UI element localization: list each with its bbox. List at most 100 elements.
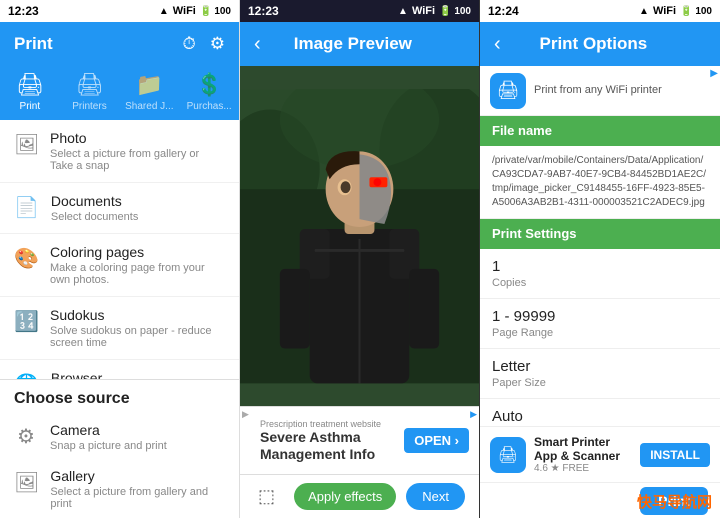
mid-signal-icon: ▲	[398, 6, 408, 17]
right-panel: 12:24 ▲ WiFi 🔋 100 ‹ Print Options 🖨 Pri…	[480, 0, 720, 518]
sudoku-icon: 🔢	[14, 309, 38, 334]
print-settings-header: Print Settings	[480, 219, 720, 249]
coloring-sub: Make a coloring page from your own photo…	[50, 262, 225, 286]
choose-source-header: Choose source	[0, 379, 239, 414]
camera-icon: ⚙	[14, 424, 38, 449]
setting-page-range[interactable]: 1 - 99999 Page Range	[480, 299, 720, 349]
browser-title: Browser	[51, 370, 121, 379]
right-ad-icon: 🖨	[490, 73, 526, 109]
setting-color[interactable]: Auto Color	[480, 399, 720, 426]
install-button[interactable]: INSTALL	[640, 443, 710, 467]
nav-shared[interactable]: 📁 Shared J...	[125, 72, 173, 112]
smart-printer-icon: 🖨	[490, 437, 526, 473]
ad-indicator-right: ▶	[470, 409, 477, 420]
shared-icon: 📁	[136, 72, 163, 98]
sudokus-sub: Solve sudokus on paper - reduce screen t…	[50, 325, 225, 349]
documents-title: Documents	[51, 193, 138, 209]
crop-button[interactable]: ⬚	[254, 482, 279, 511]
ad-open-button[interactable]: OPEN ›	[404, 428, 469, 453]
nav-shared-label: Shared J...	[125, 101, 173, 112]
mid-ad-banner: ▶ Prescription treatment website Severe …	[240, 406, 479, 474]
right-bottom-ad: 🖨 Smart Printer App & Scanner 4.6 ★ FREE…	[480, 426, 720, 482]
print-settings-label: Print Settings	[492, 226, 577, 241]
mid-panel: 12:23 ▲ WiFi 🔋 100 ‹ Image Preview	[240, 0, 480, 518]
mid-wifi-icon: WiFi	[412, 5, 435, 17]
page-range-value: 1 - 99999	[492, 308, 708, 325]
right-wifi-icon: WiFi	[653, 5, 676, 17]
copies-label: Copies	[492, 277, 708, 289]
setting-paper-size[interactable]: Letter Paper Size	[480, 349, 720, 399]
documents-icon: 📄	[14, 195, 39, 220]
settings-icon[interactable]: ⚙	[210, 34, 225, 54]
left-time: 12:23	[8, 4, 39, 18]
menu-browser[interactable]: 🌐 Browser Print webpage	[0, 360, 239, 379]
right-status-bar: 12:24 ▲ WiFi 🔋 100	[480, 0, 720, 22]
wifi-icon: WiFi	[173, 5, 196, 17]
smart-printer-info: Smart Printer App & Scanner 4.6 ★ FREE	[534, 435, 632, 474]
watermark: 快马导航网	[637, 491, 712, 512]
mid-status-bar: 12:23 ▲ WiFi 🔋 100	[240, 0, 479, 22]
source-camera[interactable]: ⚙ Camera Snap a picture and print	[0, 414, 239, 460]
right-top-ad[interactable]: 🖨 Print from any WiFi printer ▶	[480, 66, 720, 116]
nav-purchase[interactable]: 💲 Purchas...	[185, 72, 233, 112]
nav-printers[interactable]: 🖨 Printers	[65, 72, 113, 112]
ad-tag: Prescription treatment website	[260, 419, 404, 429]
gallery-title: Gallery	[50, 468, 225, 484]
signal-icon: ▲	[159, 6, 169, 17]
left-nav: 🖨 Print 🖨 Printers 📁 Shared J... 💲 Purch…	[0, 66, 239, 120]
camera-title: Camera	[50, 422, 167, 438]
color-value: Auto	[492, 408, 708, 425]
mid-time: 12:23	[248, 4, 279, 18]
right-ad-arrow-icon: ▶	[710, 68, 718, 79]
mid-toolbar: ⬚ Apply effects Next	[240, 474, 479, 518]
copies-value: 1	[492, 258, 708, 275]
sudokus-title: Sudokus	[50, 307, 225, 323]
file-name-section-header: File name	[480, 116, 720, 146]
left-panel: 12:23 ▲ WiFi 🔋 100 Print ⏱ ⚙ 🖨 Print 🖨 P…	[0, 0, 240, 518]
right-time: 12:24	[488, 4, 519, 18]
mid-battery-icon: 🔋 100	[439, 6, 471, 17]
right-header: ‹ Print Options	[480, 22, 720, 66]
camera-sub: Snap a picture and print	[50, 440, 167, 452]
setting-copies[interactable]: 1 Copies	[480, 249, 720, 299]
documents-sub: Select documents	[51, 211, 138, 223]
nav-printers-label: Printers	[72, 101, 106, 112]
nav-print[interactable]: 🖨 Print	[6, 72, 54, 112]
paper-size-label: Paper Size	[492, 377, 708, 389]
left-header: Print ⏱ ⚙	[0, 22, 239, 66]
ad-title: Severe Asthma Management Info	[260, 429, 404, 463]
right-header-title: Print Options	[540, 34, 648, 54]
mid-header-title: Image Preview	[294, 34, 412, 54]
mid-image-area	[240, 66, 479, 406]
photo-title: Photo	[50, 130, 225, 146]
battery-icon: 🔋 100	[200, 6, 231, 17]
print-icon: 🖨	[16, 72, 44, 98]
coloring-title: Coloring pages	[50, 244, 225, 260]
left-header-icons: ⏱ ⚙	[182, 34, 225, 54]
purchase-icon: 💲	[195, 72, 222, 98]
source-gallery[interactable]: 🖼 Gallery Select a picture from gallery …	[0, 460, 239, 518]
file-name-label: File name	[492, 123, 552, 138]
gallery-sub: Select a picture from gallery and print	[50, 486, 225, 510]
right-back-button[interactable]: ‹	[494, 33, 501, 56]
terminator-image	[240, 89, 479, 384]
mid-back-button[interactable]: ‹	[254, 33, 261, 56]
menu-sudokus[interactable]: 🔢 Sudokus Solve sudokus on paper - reduc…	[0, 297, 239, 360]
left-status-icons: ▲ WiFi 🔋 100	[159, 5, 231, 17]
paper-size-value: Letter	[492, 358, 708, 375]
nav-purchase-label: Purchas...	[187, 101, 232, 112]
file-path-text: /private/var/mobile/Containers/Data/Appl…	[492, 154, 708, 210]
right-status-icons: ▲ WiFi 🔋 100	[639, 5, 712, 17]
next-button[interactable]: Next	[406, 483, 465, 510]
photo-icon: 🖼	[14, 132, 38, 157]
page-range-label: Page Range	[492, 327, 708, 339]
right-battery-icon: 🔋 100	[680, 6, 712, 17]
printers-icon: 🖨	[76, 72, 104, 98]
apply-effects-button[interactable]: Apply effects	[294, 483, 396, 510]
gallery-icon: 🖼	[14, 470, 38, 495]
menu-documents[interactable]: 📄 Documents Select documents	[0, 183, 239, 234]
menu-coloring[interactable]: 🎨 Coloring pages Make a coloring page fr…	[0, 234, 239, 297]
clock-icon[interactable]: ⏱	[182, 34, 195, 54]
menu-photo[interactable]: 🖼 Photo Select a picture from gallery or…	[0, 120, 239, 183]
settings-list: 1 Copies 1 - 99999 Page Range Letter Pap…	[480, 249, 720, 426]
